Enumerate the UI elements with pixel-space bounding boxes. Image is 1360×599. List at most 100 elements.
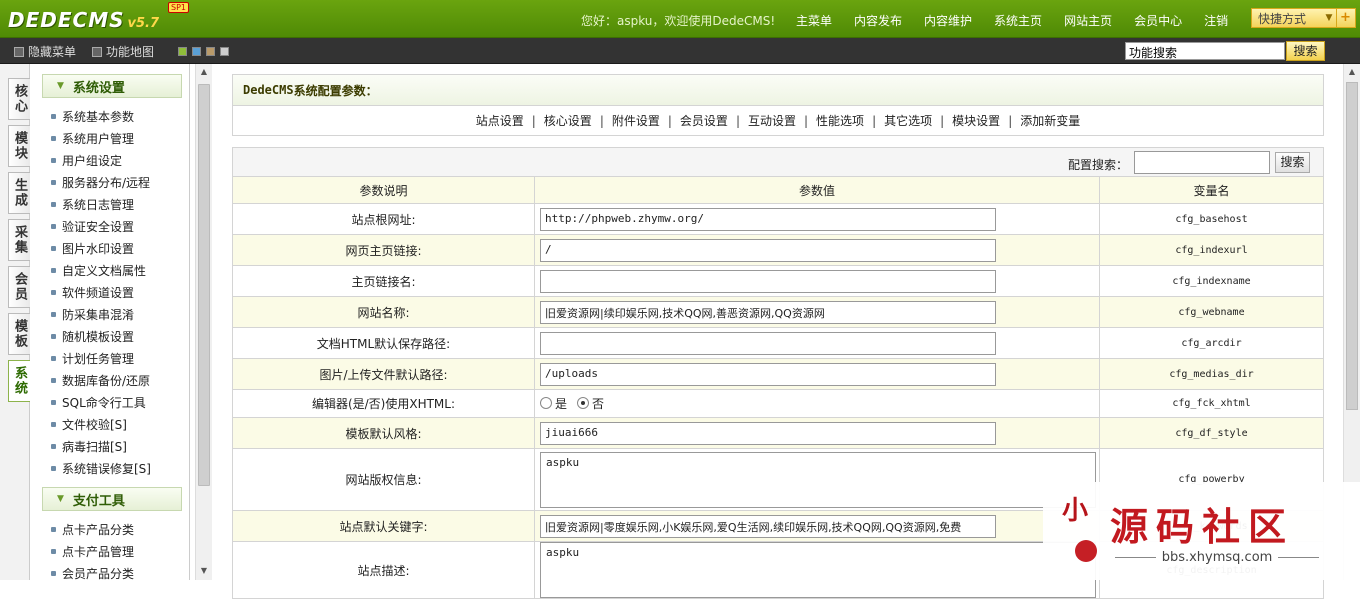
sidebar-item-label: 点卡产品分类	[62, 523, 135, 537]
value-input[interactable]: http://phpweb.zhymw.org/	[540, 207, 996, 231]
sidebar-item[interactable]: 系统用户管理	[51, 130, 134, 147]
nav-system-home[interactable]: 系统主页	[994, 12, 1042, 29]
watermark-title: 源码社区	[1110, 505, 1295, 549]
tab-separator: |	[667, 113, 672, 128]
watermark-seal-text: 小	[1061, 496, 1088, 526]
value-input[interactable]: jiuai666	[540, 421, 996, 445]
function-search-input[interactable]: 功能搜索	[1125, 42, 1285, 60]
theme-swatch-brown[interactable]	[206, 47, 215, 56]
config-tab[interactable]: 添加新变量	[1020, 112, 1080, 129]
radio-label: 否	[592, 396, 605, 411]
add-quick-link-icon[interactable]: +	[1336, 9, 1354, 27]
nav-site-home[interactable]: 网站主页	[1064, 12, 1112, 29]
quick-links-dropdown[interactable]: 快捷方式 ▼ +	[1251, 8, 1356, 28]
tab-system[interactable]: 系统	[8, 360, 30, 402]
sidebar-item[interactable]: 系统基本参数	[51, 108, 134, 125]
param-label: 站点描述:	[232, 541, 535, 599]
tab-separator: |	[1008, 113, 1013, 128]
tab-core[interactable]: 核心	[8, 78, 30, 120]
param-label: 站点默认关键字:	[232, 510, 535, 542]
top-header: DEDECMS v5.7 SP1 您好：aspku，欢迎使用DedeCMS! 主…	[0, 0, 1360, 38]
value-input[interactable]	[540, 269, 996, 293]
theme-swatch-green[interactable]	[178, 47, 187, 56]
config-tab[interactable]: 互动设置	[748, 112, 796, 129]
value-input[interactable]: /uploads	[540, 362, 996, 386]
radio-yes[interactable]: 是	[540, 395, 567, 412]
sidebar-item[interactable]: 防采集串混淆	[51, 306, 134, 323]
function-map-button[interactable]: 功能地图	[92, 43, 154, 60]
sidebar-item[interactable]: 服务器分布/远程	[51, 174, 150, 191]
tab-module[interactable]: 模块	[8, 125, 30, 167]
hide-menu-button[interactable]: 隐藏菜单	[14, 43, 76, 60]
nav-content-maintain[interactable]: 内容维护	[924, 12, 972, 29]
radio-checked-icon	[577, 397, 590, 410]
nav-logout[interactable]: 注销	[1204, 12, 1228, 29]
table-row: 模板默认风格: jiuai666 cfg_df_style	[232, 417, 1324, 449]
sidebar-item[interactable]: 病毒扫描[S]	[51, 438, 127, 455]
nav-main-menu[interactable]: 主菜单	[796, 12, 832, 29]
sidebar-item[interactable]: 会员产品分类	[51, 565, 134, 580]
sidebar-item-label: 系统日志管理	[62, 198, 135, 212]
scroll-up-arrow-icon[interactable]: ▲	[1344, 64, 1360, 80]
tab-member[interactable]: 会员	[8, 266, 30, 308]
radio-no[interactable]: 否	[577, 395, 604, 412]
tab-separator: |	[804, 113, 809, 128]
config-tab[interactable]: 核心设置	[544, 112, 592, 129]
sidebar-item[interactable]: 系统错误修复[S]	[51, 460, 151, 477]
scroll-down-arrow-icon[interactable]: ▼	[196, 563, 212, 579]
config-tab[interactable]: 站点设置	[476, 112, 524, 129]
value-input[interactable]	[540, 331, 996, 355]
scroll-up-arrow-icon[interactable]: ▲	[196, 64, 212, 80]
config-tab[interactable]: 性能选项	[816, 112, 864, 129]
value-input[interactable]: 旧爱资源网|续印娱乐网,技术QQ网,善恶资源网,QQ资源网	[540, 300, 996, 324]
scrollbar-thumb[interactable]	[198, 84, 210, 486]
function-search-button[interactable]: 搜索	[1286, 41, 1325, 61]
left-menu-scrollbar[interactable]: ▲ ▼	[195, 64, 212, 580]
nav-content-publish[interactable]: 内容发布	[854, 12, 902, 29]
nav-member-center[interactable]: 会员中心	[1134, 12, 1182, 29]
value-input[interactable]: /	[540, 238, 996, 262]
quick-links-label[interactable]: 快捷方式	[1252, 10, 1322, 27]
sidebar-item[interactable]: 文件校验[S]	[51, 416, 127, 433]
table-row: 站点根网址: http://phpweb.zhymw.org/cfg_baseho…	[232, 203, 1324, 235]
table-row: 网站名称: 旧爱资源网|续印娱乐网,技术QQ网,善恶资源网,QQ资源网 cfg_we…	[232, 296, 1324, 328]
config-tab[interactable]: 其它选项	[884, 112, 932, 129]
sidebar-item[interactable]: 软件频道设置	[51, 284, 134, 301]
scrollbar-thumb[interactable]	[1346, 82, 1358, 410]
radio-label: 是	[555, 396, 568, 411]
sidebar-item[interactable]: 点卡产品管理	[51, 543, 134, 560]
left-menu: ▼ 系统设置 系统基本参数 系统用户管理 用户组设定服务器分布/远程 系统日志管理 验证安…	[31, 64, 190, 580]
chevron-down-icon[interactable]: ▼	[1322, 13, 1336, 23]
bullet-icon	[51, 356, 56, 361]
collapse-triangle-icon: ▼	[57, 81, 64, 91]
sidebar-item-label: 验证安全设置	[62, 220, 135, 234]
sidebar-item-label: 服务器分布/远程	[62, 176, 151, 190]
sidebar-item[interactable]: 计划任务管理	[51, 350, 134, 367]
config-tab[interactable]: 会员设置	[680, 112, 728, 129]
sidebar-item[interactable]: SQL命令行工具	[51, 394, 146, 411]
sidebar-item[interactable]: 验证安全设置	[51, 218, 134, 235]
tab-separator: |	[735, 113, 740, 128]
sidebar-item[interactable]: 用户组设定	[51, 152, 122, 169]
sidebar-item[interactable]: 图片水印设置	[51, 240, 134, 257]
config-search-button[interactable]: 搜索	[1275, 152, 1310, 173]
tab-template[interactable]: 模板	[8, 313, 30, 355]
config-tab[interactable]: 模块设置	[952, 112, 1000, 129]
sidebar-item[interactable]: 系统日志管理	[51, 196, 134, 213]
sidebar-item[interactable]: 自定义文档属性	[51, 262, 146, 279]
config-tab[interactable]: 附件设置	[612, 112, 660, 129]
value-textarea[interactable]: aspku	[540, 451, 1096, 508]
theme-swatch-gray[interactable]	[220, 47, 229, 56]
value-textarea[interactable]: aspku	[540, 542, 1096, 598]
tab-generate[interactable]: 生成	[8, 172, 30, 214]
menu-group-payment-tools[interactable]: ▼ 支付工具	[42, 487, 182, 511]
value-input[interactable]: 旧爱资源网|零度娱乐网,小K娱乐网,爱Q生活网,续印娱乐网,技术QQ网,QQ资源…	[540, 514, 996, 538]
config-search-input[interactable]	[1134, 151, 1270, 174]
menu-group-system-settings[interactable]: ▼ 系统设置	[42, 74, 182, 98]
sidebar-item[interactable]: 随机模板设置	[51, 328, 134, 345]
sidebar-item[interactable]: 数据库备份/还原	[51, 372, 150, 389]
tab-collect[interactable]: 采集	[8, 219, 30, 261]
param-value-cell: aspku	[534, 448, 1100, 511]
sidebar-item[interactable]: 点卡产品分类	[51, 521, 134, 538]
theme-swatch-blue[interactable]	[192, 47, 201, 56]
